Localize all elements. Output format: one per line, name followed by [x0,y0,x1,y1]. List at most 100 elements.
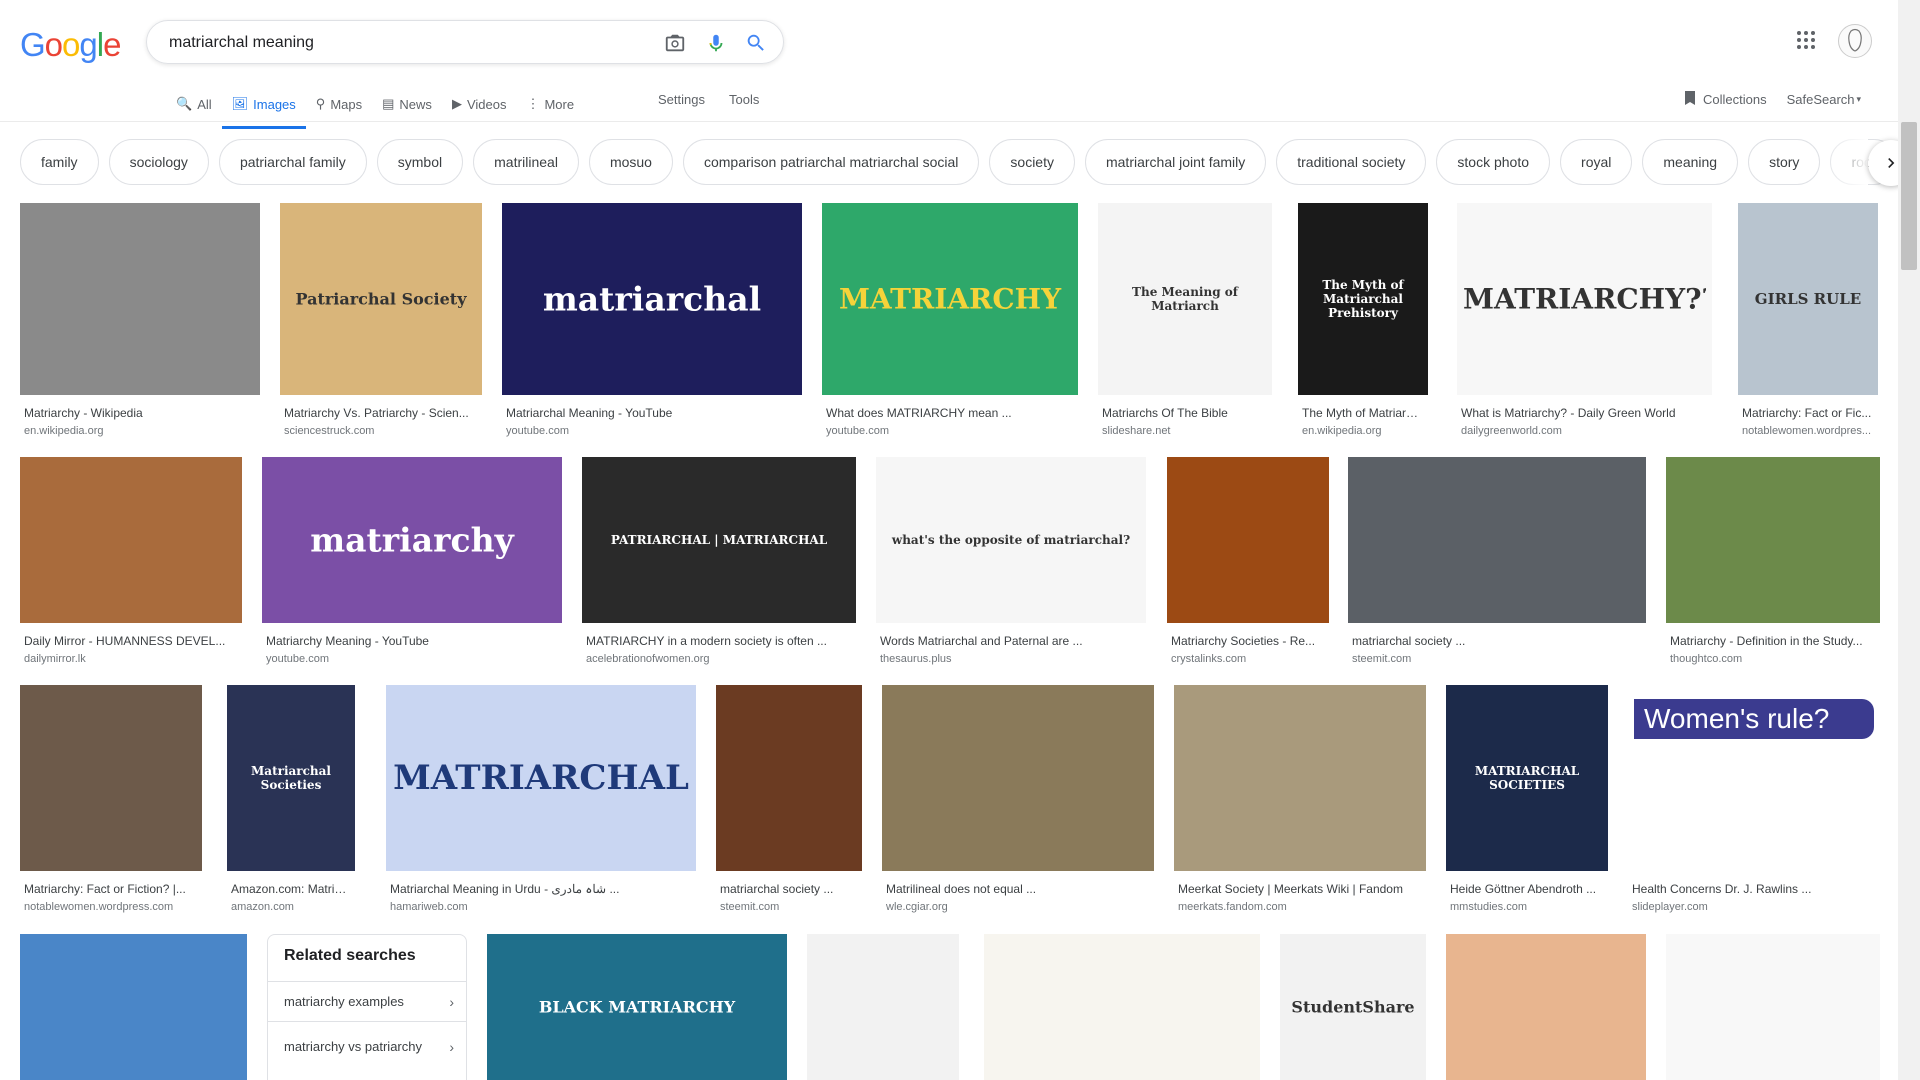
result-title[interactable]: What is Matriarchy? - Daily Green World [1461,406,1708,420]
chip[interactable]: matriarchal joint family [1084,139,1267,185]
result-title[interactable]: Matriarchal Meaning in Urdu - شاہ مادری … [390,882,692,896]
safesearch-link[interactable]: SafeSearch [1787,92,1855,107]
tab-more[interactable]: ⋮ More [516,88,584,120]
chip[interactable]: stock photo [1436,139,1551,185]
chip[interactable]: mosuo [588,139,673,185]
result-title[interactable]: Heide Göttner Abendroth ... [1450,882,1604,896]
tab-news[interactable]: ▤ News [372,88,442,120]
related-search-item[interactable]: matriarchy vs patriarchy › [268,1021,466,1071]
result-thumbnail[interactable]: The Meaning of Matriarch [1098,203,1272,395]
result-source[interactable]: acelebrationofwomen.org [586,653,852,665]
related-search-item[interactable]: matriarchy examples › [268,981,466,1021]
result-source[interactable]: youtube.com [266,653,558,665]
apps-icon[interactable] [1794,28,1818,52]
result-title[interactable]: Matriarchy: Fact or Fic... [1742,406,1874,420]
result-source[interactable]: thesaurus.plus [880,653,1142,665]
collections-link[interactable]: Collections [1703,92,1767,107]
result-thumbnail[interactable] [1174,685,1426,871]
collections-icon[interactable] [1683,90,1697,109]
result-source[interactable]: steemit.com [720,901,858,913]
result-thumbnail[interactable] [20,203,260,395]
result-source[interactable]: dailymirror.lk [24,653,238,665]
chip[interactable]: meaning [1642,139,1739,185]
result-source[interactable]: en.wikipedia.org [24,425,256,437]
result-thumbnail[interactable]: what's the opposite of matriarchal? [876,457,1146,623]
tab-all[interactable]: 🔍 All [166,88,222,120]
result-thumbnail[interactable]: MATRIARCHY [822,203,1078,395]
chip[interactable]: society [989,139,1075,185]
tab-videos[interactable]: ▶ Videos [442,88,517,120]
result-title[interactable]: Amazon.com: Matriarc... [231,882,351,896]
result-title[interactable]: matriarchal society ... [720,882,858,896]
result-title[interactable]: Matriarchs Of The Bible [1102,406,1268,420]
result-source[interactable]: youtube.com [506,425,798,437]
mic-icon[interactable] [704,31,728,55]
result-thumbnail[interactable] [20,457,242,623]
result-source[interactable]: steemit.com [1352,653,1642,665]
result-title[interactable]: Health Concerns Dr. J. Rawlins ... [1632,882,1876,896]
result-source[interactable]: mmstudies.com [1450,901,1604,913]
result-thumbnail[interactable]: matriarchy [262,457,562,623]
search-input[interactable] [167,31,651,55]
tab-images[interactable]: 🖼 Images [221,88,306,129]
result-thumbnail[interactable]: GIRLS RULE [1738,203,1878,395]
result-title[interactable]: Matriarchy - Wikipedia [24,406,256,420]
chip[interactable]: family [20,139,99,185]
result-thumbnail[interactable] [20,934,247,1080]
result-thumbnail[interactable]: Matriarchal Societies [227,685,355,871]
result-thumbnail[interactable]: Patriarchal Society [280,203,482,395]
settings-link[interactable]: Settings [658,92,705,107]
result-thumbnail[interactable] [1446,934,1646,1080]
caret-down-icon[interactable]: ▾ [1857,94,1862,105]
chip[interactable]: matrilineal [473,139,579,185]
result-thumbnail[interactable] [20,685,202,871]
tab-maps[interactable]: ⚲ Maps [306,88,372,120]
result-source[interactable]: dailygreenworld.com [1461,425,1708,437]
result-source[interactable]: hamariweb.com [390,901,692,913]
account-avatar[interactable] [1838,24,1872,58]
result-source[interactable]: thoughtco.com [1670,653,1876,665]
search-box[interactable] [146,20,784,64]
result-thumbnail[interactable]: StudentShare [1280,934,1426,1080]
chip[interactable]: comparison patriarchal matriarchal socia… [682,139,980,185]
result-thumbnail[interactable]: Women's rule? [1628,685,1880,871]
result-source[interactable]: meerkats.fandom.com [1178,901,1422,913]
result-source[interactable]: slideshare.net [1102,425,1268,437]
result-title[interactable]: MATRIARCHY in a modern society is often … [586,634,852,648]
chip[interactable]: traditional society [1276,139,1427,185]
result-thumbnail[interactable]: MATRIARCHY??? [1457,203,1712,395]
result-thumbnail[interactable] [807,934,959,1080]
result-title[interactable]: Matriarchy Meaning - YouTube [266,634,558,648]
result-source[interactable]: amazon.com [231,901,351,913]
result-thumbnail[interactable]: BLACK MATRIARCHY [487,934,787,1080]
result-title[interactable]: Meerkat Society | Meerkats Wiki | Fandom [1178,882,1422,896]
result-title[interactable]: Matriarchy Societies - Re... [1171,634,1325,648]
result-title[interactable]: Matrilineal does not equal ... [886,882,1150,896]
result-thumbnail[interactable] [1348,457,1646,623]
result-title[interactable]: matriarchal society ... [1352,634,1642,648]
result-title[interactable]: Matriarchy - Definition in the Study... [1670,634,1876,648]
result-title[interactable]: Words Matriarchal and Paternal are ... [880,634,1142,648]
result-thumbnail[interactable] [984,934,1260,1080]
result-thumbnail[interactable]: MATRIARCHAL [386,685,696,871]
result-source[interactable]: notablewomen.wordpres... [1742,425,1874,437]
result-title[interactable]: Matriarchy Vs. Patriarchy - Scien... [284,406,478,420]
chip[interactable]: symbol [376,139,464,185]
result-source[interactable]: wle.cgiar.org [886,901,1150,913]
chip[interactable]: sociology [108,139,209,185]
result-title[interactable]: Daily Mirror - HUMANNESS DEVEL... [24,634,238,648]
camera-icon[interactable] [663,31,687,55]
chip[interactable]: story [1748,139,1821,185]
result-thumbnail[interactable]: The Myth of Matriarchal Prehistory [1298,203,1428,395]
result-thumbnail[interactable] [1666,934,1880,1080]
chip[interactable]: patriarchal family [218,139,367,185]
tools-link[interactable]: Tools [729,92,759,107]
result-title[interactable]: Matriarchy: Fact or Fiction? |... [24,882,198,896]
result-thumbnail[interactable]: matriarchal [502,203,802,395]
result-title[interactable]: Matriarchal Meaning - YouTube [506,406,798,420]
chip[interactable]: royal [1560,139,1633,185]
result-title[interactable]: What does MATRIARCHY mean ... [826,406,1074,420]
result-thumbnail[interactable] [1666,457,1880,623]
result-source[interactable]: youtube.com [826,425,1074,437]
result-thumbnail[interactable] [716,685,862,871]
